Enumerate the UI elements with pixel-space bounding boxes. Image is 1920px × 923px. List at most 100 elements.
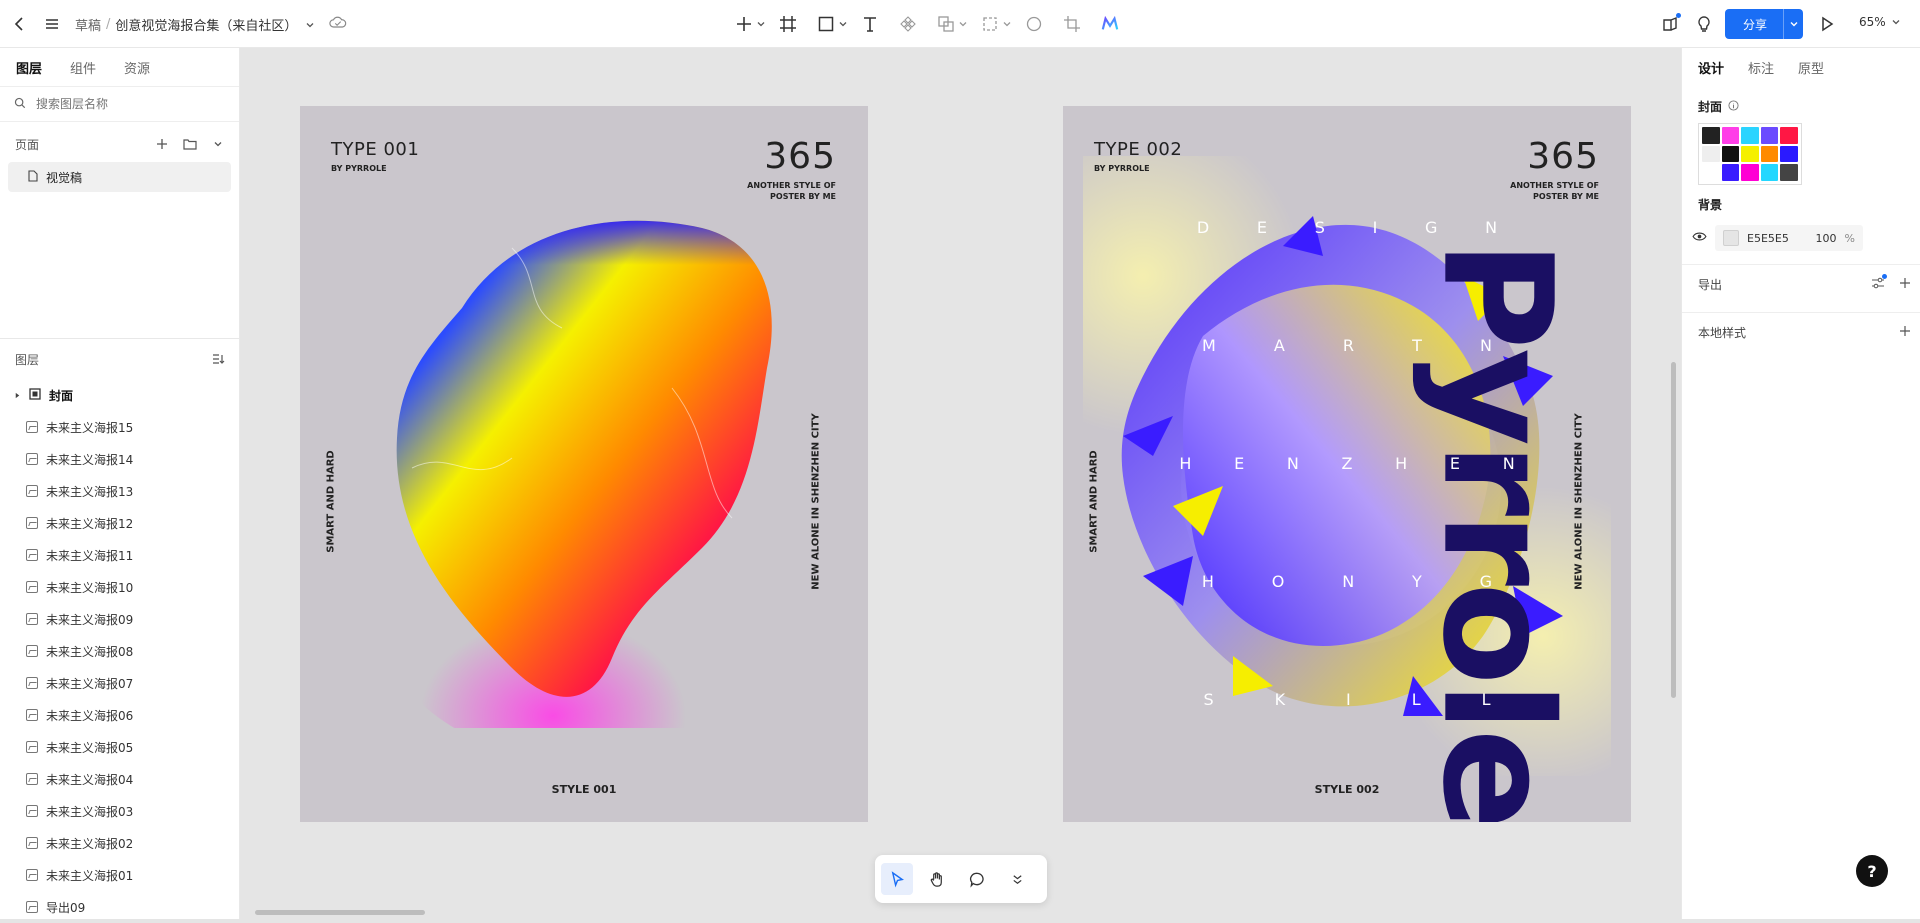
poster-type-001[interactable]: TYPE 001 BY PYRROLE 365 ANOTHER STYLE OF… bbox=[300, 106, 868, 822]
layer-item[interactable]: 未来主义海报10 bbox=[0, 571, 240, 603]
letter-row: H O N Y G bbox=[1063, 572, 1631, 591]
ellipse-icon[interactable] bbox=[1018, 8, 1050, 40]
layer-item[interactable]: 未来主义海报05 bbox=[0, 731, 240, 763]
background-opacity[interactable]: 100 bbox=[1816, 232, 1837, 245]
play-icon[interactable] bbox=[1811, 8, 1843, 40]
thumb-tile bbox=[1780, 127, 1798, 144]
layer-name: 未来主义海报10 bbox=[46, 580, 134, 595]
poster-type-label: TYPE 002 bbox=[1094, 139, 1183, 160]
layer-item[interactable]: 未来主义海报13 bbox=[0, 475, 240, 507]
zoom-chevron-icon[interactable] bbox=[1891, 17, 1901, 27]
poster-style-label: STYLE 001 bbox=[551, 783, 617, 796]
zoom-control[interactable]: 65% bbox=[1859, 15, 1901, 29]
add-dropdown-chevron-icon[interactable] bbox=[756, 19, 766, 29]
layer-item[interactable]: 未来主义海报12 bbox=[0, 507, 240, 539]
document-title[interactable]: 创意视觉海报合集（来自社区） bbox=[115, 15, 297, 34]
layer-group[interactable]: 封面 bbox=[0, 379, 240, 411]
search-icon bbox=[14, 97, 26, 112]
letter: N bbox=[1502, 454, 1515, 473]
chevron-down-icon[interactable] bbox=[305, 20, 315, 30]
thumb-tile bbox=[1741, 164, 1759, 181]
background-swatch[interactable] bbox=[1723, 230, 1739, 246]
tab-assets[interactable]: 资源 bbox=[124, 58, 150, 77]
page-item[interactable]: 视觉稿 bbox=[8, 162, 231, 192]
layer-name: 未来主义海报08 bbox=[46, 644, 134, 659]
layer-item[interactable]: 未来主义海报11 bbox=[0, 539, 240, 571]
hand-tool-icon[interactable] bbox=[921, 863, 953, 895]
search-input[interactable] bbox=[34, 96, 224, 112]
component-icon[interactable] bbox=[892, 8, 924, 40]
layer-item[interactable]: 未来主义海报14 bbox=[0, 443, 240, 475]
layer-item[interactable]: 未来主义海报02 bbox=[0, 827, 240, 859]
plugin-icon[interactable] bbox=[1654, 8, 1686, 40]
layer-name: 未来主义海报13 bbox=[46, 484, 134, 499]
layer-item[interactable]: 未来主义海报01 bbox=[0, 859, 240, 891]
layer-item[interactable]: 未来主义海报09 bbox=[0, 603, 240, 635]
text-tool-icon[interactable] bbox=[854, 8, 886, 40]
help-button[interactable]: ? bbox=[1856, 855, 1888, 887]
letter: L bbox=[1481, 690, 1491, 709]
zoom-level[interactable]: 65% bbox=[1859, 15, 1886, 29]
layer-item[interactable]: 未来主义海报03 bbox=[0, 795, 240, 827]
cover-thumbnail[interactable] bbox=[1698, 123, 1802, 185]
tab-prototype[interactable]: 原型 bbox=[1798, 58, 1824, 77]
add-page-icon[interactable] bbox=[151, 133, 173, 155]
notification-dot bbox=[1676, 13, 1681, 18]
image-layer-icon bbox=[26, 709, 38, 721]
comment-tool-icon[interactable] bbox=[961, 863, 993, 895]
tab-layers[interactable]: 图层 bbox=[16, 58, 42, 77]
lightbulb-icon[interactable] bbox=[1688, 8, 1720, 40]
share-button[interactable]: 分享 bbox=[1725, 9, 1804, 39]
tab-annotate[interactable]: 标注 bbox=[1748, 58, 1774, 77]
back-icon[interactable] bbox=[4, 8, 36, 40]
canvas[interactable]: TYPE 001 BY PYRROLE 365 ANOTHER STYLE OF… bbox=[241, 48, 1681, 919]
image-layer-icon bbox=[26, 581, 38, 593]
share-label[interactable]: 分享 bbox=[1725, 9, 1783, 39]
shape-dropdown-chevron-icon[interactable] bbox=[838, 19, 848, 29]
layer-item[interactable]: 未来主义海报15 bbox=[0, 411, 240, 443]
boolean-dropdown-chevron-icon[interactable] bbox=[958, 19, 968, 29]
layer-item[interactable]: 未来主义海报07 bbox=[0, 667, 240, 699]
layer-item[interactable]: 未来主义海报08 bbox=[0, 635, 240, 667]
layer-item[interactable]: 未来主义海报04 bbox=[0, 763, 240, 795]
add-style-icon[interactable] bbox=[1899, 325, 1911, 340]
letter: L bbox=[1411, 690, 1421, 709]
layer-item[interactable]: 未来主义海报06 bbox=[0, 699, 240, 731]
background-color-field[interactable]: E5E5E5 100 % bbox=[1715, 225, 1863, 251]
image-layer-icon bbox=[26, 613, 38, 625]
letter: O bbox=[1271, 572, 1285, 591]
expand-arrow-icon[interactable] bbox=[14, 388, 21, 402]
thumb-tile bbox=[1702, 127, 1720, 144]
frame-tool-icon[interactable] bbox=[772, 8, 804, 40]
mask-dropdown-chevron-icon[interactable] bbox=[1002, 19, 1012, 29]
thumb-tile bbox=[1702, 164, 1720, 181]
share-dropdown-chevron-icon[interactable] bbox=[1783, 9, 1803, 39]
crop-icon[interactable] bbox=[1056, 8, 1088, 40]
menu-icon[interactable] bbox=[36, 8, 68, 40]
tab-design[interactable]: 设计 bbox=[1698, 58, 1724, 77]
layer-name: 未来主义海报11 bbox=[46, 548, 134, 563]
collapse-pages-chevron-icon[interactable] bbox=[207, 133, 229, 155]
vertical-scrollbar[interactable] bbox=[1671, 362, 1676, 698]
thumb-tile bbox=[1721, 164, 1740, 181]
add-export-icon[interactable] bbox=[1899, 277, 1911, 292]
image-layer-icon bbox=[26, 421, 38, 433]
cursor-tool-icon[interactable] bbox=[881, 863, 913, 895]
background-hex[interactable]: E5E5E5 bbox=[1747, 232, 1808, 245]
layer-name: 未来主义海报06 bbox=[46, 708, 134, 723]
thumb-tile bbox=[1760, 164, 1779, 181]
layer-item[interactable]: 导出09 bbox=[0, 891, 240, 923]
export-settings-icon[interactable] bbox=[1871, 274, 1887, 292]
horizontal-scrollbar[interactable] bbox=[255, 910, 425, 915]
ai-plugin-icon[interactable] bbox=[1094, 8, 1126, 40]
more-tools-chevron-icon[interactable] bbox=[1001, 863, 1033, 895]
poster-subtitle: ANOTHER STYLE OF POSTER BY ME bbox=[1510, 180, 1599, 202]
info-icon[interactable] bbox=[1728, 99, 1739, 114]
folder-icon[interactable] bbox=[179, 133, 201, 155]
eye-icon[interactable] bbox=[1692, 231, 1707, 245]
breadcrumb-root[interactable]: 草稿 bbox=[75, 15, 101, 34]
poster-side-right-text: NEW ALONE IN SHENZHEN CITY bbox=[1573, 413, 1585, 590]
tab-components[interactable]: 组件 bbox=[70, 58, 96, 77]
layer-sort-icon[interactable] bbox=[208, 348, 230, 370]
poster-type-002[interactable]: Pyrrole D E S I G N M A R T N H E N Z H … bbox=[1063, 106, 1631, 822]
